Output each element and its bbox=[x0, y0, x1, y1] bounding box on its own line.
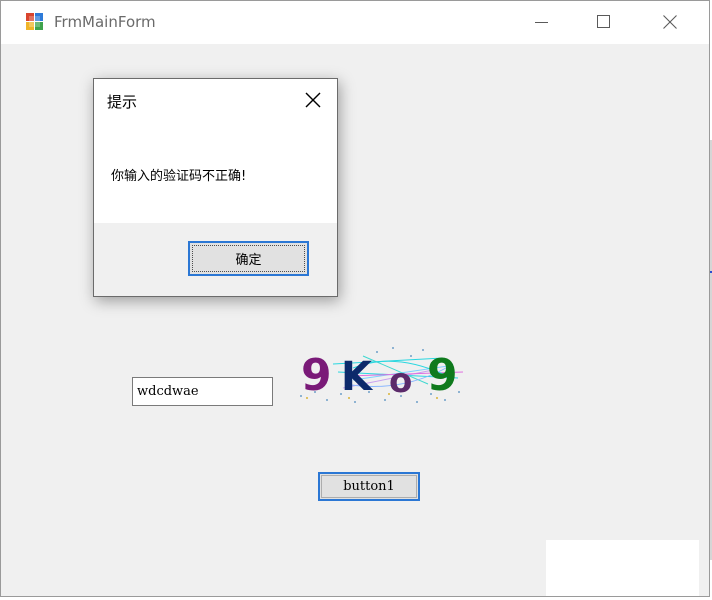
maximize-button[interactable] bbox=[581, 1, 627, 44]
submit-button-label: button1 bbox=[343, 479, 395, 494]
message-box-text: 你输入的验证码不正确! bbox=[111, 169, 247, 184]
captcha-char-3: o bbox=[389, 361, 412, 401]
captcha-char-4: 9 bbox=[427, 350, 458, 401]
dialog-close-icon[interactable] bbox=[304, 91, 322, 109]
message-box-title: 提示 bbox=[107, 93, 138, 111]
message-box-dialog: 提示 你输入的验证码不正确! 确定 bbox=[93, 78, 338, 297]
captcha-input[interactable] bbox=[132, 377, 273, 406]
captcha-image: 9 K o 9 bbox=[300, 347, 464, 403]
app-icon bbox=[26, 13, 43, 30]
captcha-char-1: 9 bbox=[301, 350, 332, 401]
title-bar[interactable]: FrmMainForm bbox=[1, 1, 709, 44]
main-window: FrmMainForm wdcdwae 9 K o 9 button1 提示 你… bbox=[0, 0, 710, 597]
window-title: FrmMainForm bbox=[54, 13, 156, 31]
minimize-button[interactable] bbox=[519, 1, 565, 44]
close-icon bbox=[663, 15, 677, 29]
submit-button[interactable]: button1 bbox=[318, 472, 420, 501]
minimize-icon bbox=[535, 22, 548, 23]
background-white-patch bbox=[546, 540, 699, 596]
maximize-icon bbox=[597, 15, 610, 28]
close-button[interactable] bbox=[647, 1, 693, 44]
captcha-char-2: K bbox=[341, 354, 374, 400]
ok-button-label: 确定 bbox=[235, 252, 262, 267]
ok-button[interactable]: 确定 bbox=[188, 241, 309, 276]
